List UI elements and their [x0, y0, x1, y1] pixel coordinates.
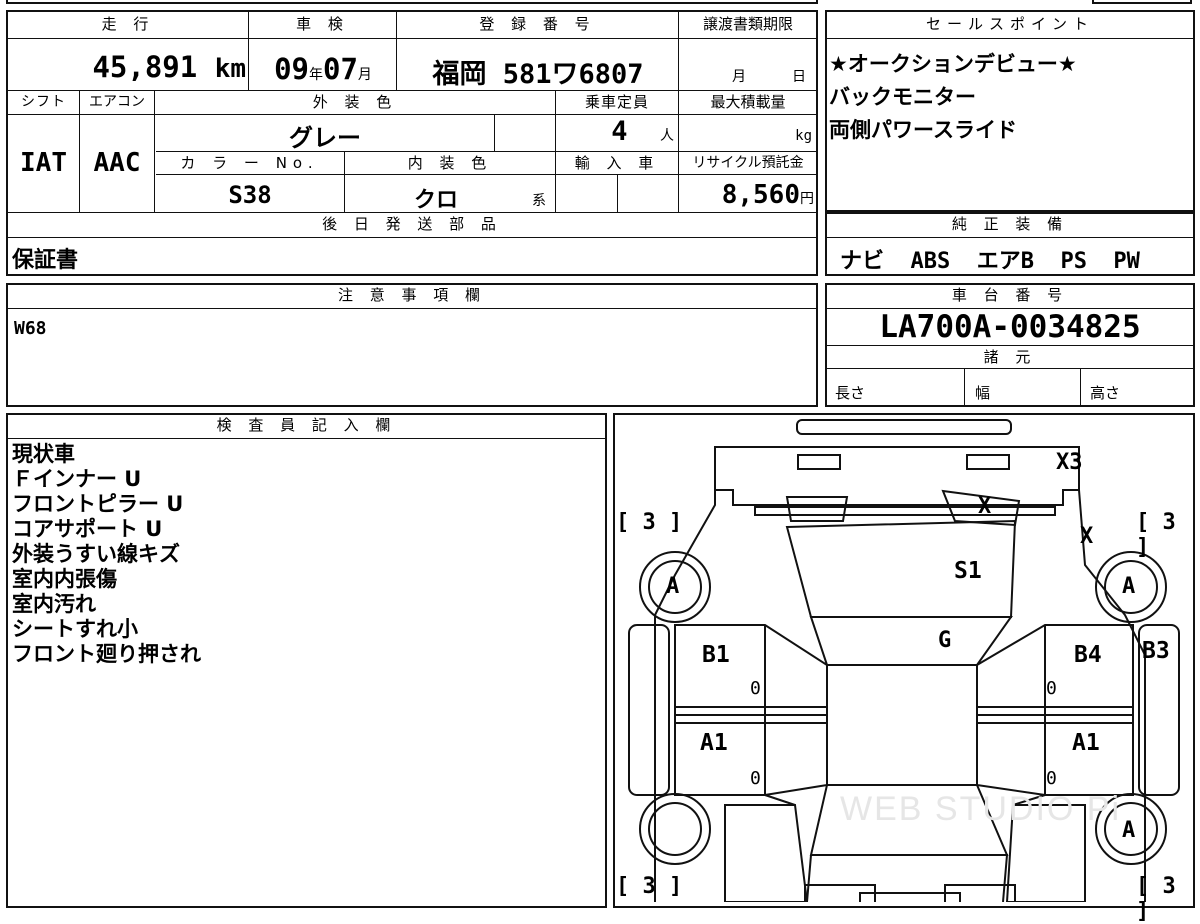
inspector-line-7: 室内汚れ	[12, 592, 96, 616]
sales-points-label: セールスポイント	[925, 15, 1094, 33]
transfer-day-unit: 日	[792, 69, 806, 85]
notes-label: 注 意 事 項 欄	[337, 286, 487, 304]
inspector-line-9: フロント廻り押され	[12, 642, 201, 666]
exterior-color-value: グレー	[289, 124, 361, 152]
watermark: WEB STUDIO Pi	[840, 790, 1122, 828]
mark-right-side: B3	[1142, 638, 1170, 664]
mark-right-front-door: A1	[1072, 730, 1100, 756]
mark-right-rear-panel: X	[1080, 524, 1094, 549]
equipment-label: 純 正 装 備	[951, 215, 1069, 233]
shift-value: IAT	[20, 148, 67, 178]
inspector-line-1: 現状車	[12, 442, 75, 466]
inspection-value: 09年07月	[274, 52, 372, 86]
inspector-line-6: 室内内張傷	[12, 567, 117, 591]
color-no-value: S38	[228, 181, 272, 209]
later-parts-label: 後 日 発 送 部 品	[322, 215, 502, 233]
mark-rear-glass: X	[978, 494, 992, 519]
mileage-label: 走 行	[101, 15, 155, 33]
spec-width: 幅	[975, 384, 991, 402]
inspector-label: 検 査 員 記 入 欄	[216, 416, 397, 434]
inspector-line-3: フロントピラー U	[12, 492, 184, 516]
chassis-no-label: 車 台 番 号	[951, 286, 1069, 304]
max-load-unit: kg	[795, 128, 812, 144]
aircon-value: AAC	[93, 148, 141, 178]
mark-left-rear-tire: A	[666, 574, 680, 599]
capacity-value: 4 人	[611, 116, 674, 147]
mark-right-rear-door: B4	[1074, 642, 1102, 668]
tread-left-rear: [ 3 ]	[616, 510, 683, 535]
capacity-label: 乗車定員	[584, 93, 649, 111]
interior-color-label: 内 装 色	[407, 154, 493, 172]
tread-right-front: [ 3 ]	[1136, 874, 1176, 924]
mark-left-front-door: A1	[700, 730, 728, 756]
sales-point-3: 両側パワースライド	[829, 118, 1017, 142]
aircon-label: エアコン	[89, 94, 145, 110]
inspection-label: 車 検	[296, 15, 349, 33]
top-strip	[6, 0, 818, 4]
zero-right-front: 0	[1046, 768, 1057, 789]
spec-height: 高さ	[1090, 384, 1121, 402]
inspector-line-4: コアサポート U	[12, 517, 163, 541]
sales-point-1: ★オークションデビュー★	[829, 52, 1077, 76]
recycle-fee-label: リサイクル預託金	[692, 155, 804, 171]
mileage-value: 45,891 km	[92, 50, 246, 84]
top-strip-right	[1092, 0, 1192, 4]
shift-label: シフト	[21, 94, 66, 110]
inspector-line-2: Ｆインナー U	[12, 467, 142, 491]
mark-right-front-tire: A	[1122, 818, 1136, 843]
interior-color-value: クロ	[413, 188, 458, 213]
max-load-label: 最大積載量	[710, 93, 786, 111]
import-label: 輸 入 車	[574, 154, 660, 172]
tread-right-rear: [ 3 ]	[1136, 510, 1176, 560]
interior-color-suffix: 系	[532, 193, 546, 209]
sales-point-2: バックモニター	[829, 85, 976, 109]
sales-points-list: ★オークションデビュー★ バックモニター 両側パワースライド	[829, 48, 1077, 147]
equipment-value: ナビ ABS エアB PS PW	[840, 249, 1140, 274]
recycle-fee-value: 8,560円	[721, 180, 814, 210]
zero-right-rear: 0	[1046, 678, 1057, 699]
inspector-line-8: シートすれ小	[12, 617, 138, 641]
inspector-notes-list: 現状車 Ｆインナー U フロントピラー U コアサポート U 外装うすい線キズ …	[12, 442, 201, 667]
registration-value: 福岡 581ワ6807	[432, 59, 644, 90]
exterior-color-label: 外 装 色	[312, 93, 398, 111]
tread-left-front: [ 3 ]	[616, 874, 683, 899]
mark-front-glass: G	[938, 628, 952, 653]
zero-left-rear: 0	[750, 678, 761, 699]
mark-roof: S1	[954, 558, 982, 584]
mark-left-rear-door: B1	[702, 642, 730, 668]
inspector-line-5: 外装うすい線キズ	[12, 542, 180, 566]
spec-length: 長さ	[835, 384, 866, 402]
later-parts-value: 保証書	[12, 248, 79, 273]
notes-value: W68	[14, 318, 47, 339]
transfer-month-unit: 月	[732, 69, 746, 85]
mark-rear: X3	[1056, 450, 1083, 475]
mark-right-rear-tire: A	[1122, 574, 1136, 599]
color-no-label: カ ラ ー No.	[180, 154, 319, 172]
registration-label: 登 録 番 号	[479, 15, 596, 33]
specs-label: 諸 元	[983, 348, 1037, 366]
chassis-no-value: LA700A-0034825	[879, 309, 1141, 345]
transfer-deadline-label: 譲渡書類期限	[702, 15, 793, 33]
zero-left-front: 0	[750, 768, 761, 789]
